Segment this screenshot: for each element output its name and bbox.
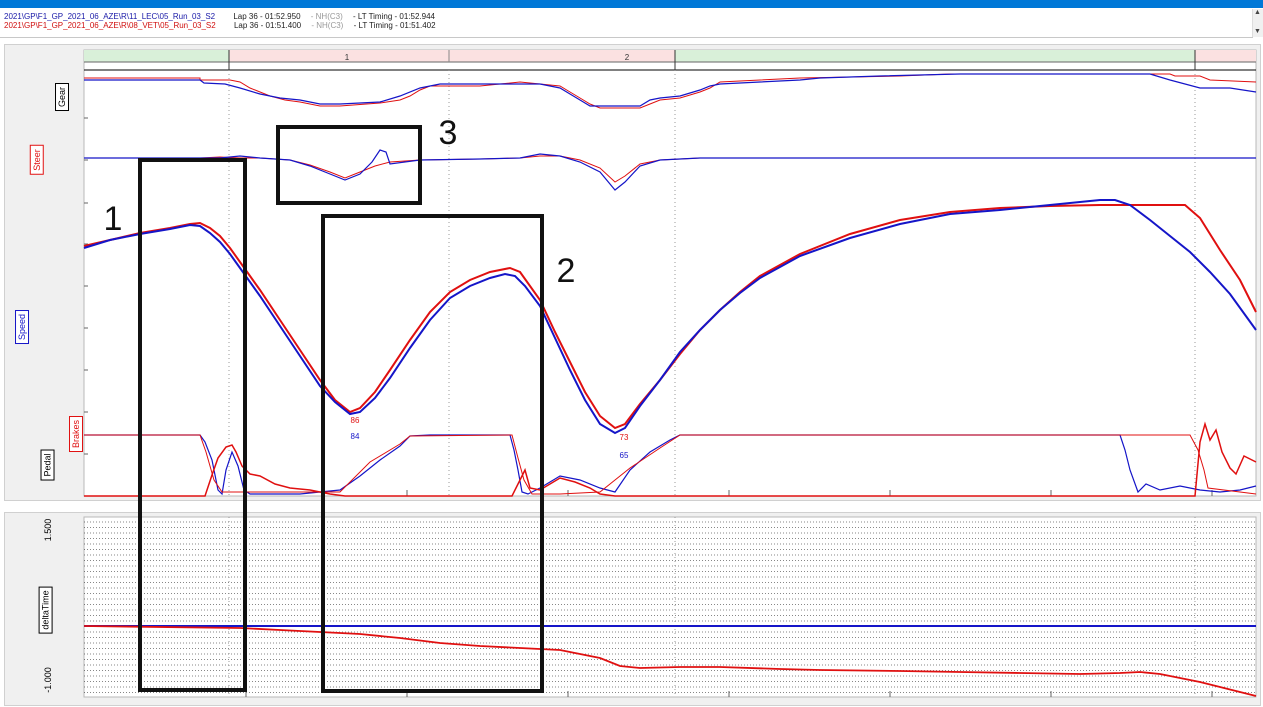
speed-min-label: 86 xyxy=(351,416,360,425)
speed-min-label: 84 xyxy=(351,432,360,441)
speed-min-label: 65 xyxy=(620,451,629,460)
sector-bar-green xyxy=(84,50,229,62)
sector-bar-red xyxy=(229,50,675,62)
telemetry-chart: 1 2 86 84 73 65 1.500 -1.000 1 2 3 xyxy=(43,49,1257,698)
annotation-label-1: 1 xyxy=(104,200,123,238)
annotation-label-2: 2 xyxy=(557,252,576,290)
delta-tick-label: -1.000 xyxy=(43,667,53,693)
sector-bar-green xyxy=(675,50,1195,62)
sector-label: 1 xyxy=(345,53,350,62)
sector-label: 2 xyxy=(625,53,630,62)
telemetry-plot-area xyxy=(83,49,1257,497)
sector-bar-red xyxy=(1195,50,1256,62)
speed-min-label: 73 xyxy=(620,433,629,442)
delta-tick-label: 1.500 xyxy=(43,519,53,542)
annotation-label-3: 3 xyxy=(439,114,458,152)
